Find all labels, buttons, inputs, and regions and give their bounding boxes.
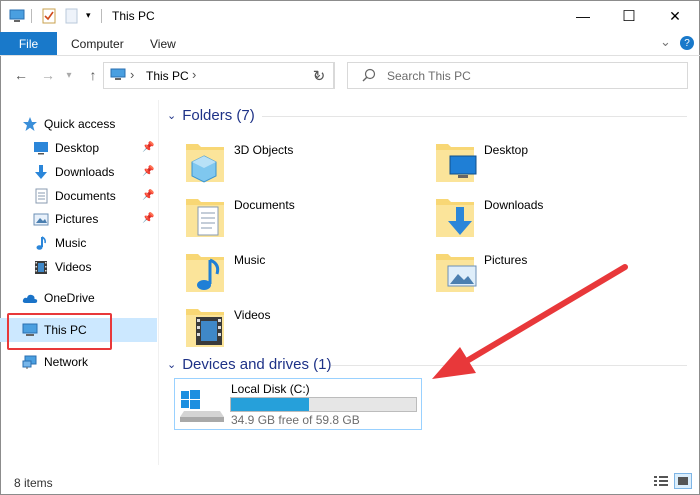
details-view-icon[interactable]: [654, 475, 668, 490]
breadcrumb-this-pc[interactable]: This PC: [146, 69, 189, 83]
nav-label: Pictures: [55, 212, 99, 226]
breadcrumb-chevron[interactable]: ›: [130, 67, 134, 82]
folder-tile-documents[interactable]: Documents: [184, 193, 295, 239]
desktop-folder-icon: [434, 138, 478, 184]
folder-tile-desktop[interactable]: Desktop: [434, 138, 528, 184]
nav-quick-access[interactable]: Quick access: [22, 113, 115, 135]
nav-item-videos[interactable]: Videos: [33, 256, 91, 278]
star-icon: [22, 116, 38, 132]
folders-group-header[interactable]: ⌄ Folders (7): [167, 107, 255, 124]
folders-heading: Folders (7): [182, 107, 255, 124]
videos-folder-icon: [184, 303, 228, 349]
windows-drive-icon: [180, 387, 224, 426]
drive-tile-local-disk[interactable]: Local Disk (C:) 34.9 GB free of 59.8 GB: [174, 378, 422, 430]
search-icon: [362, 68, 376, 85]
chevron-down-icon: ⌄: [167, 359, 177, 371]
nav-network[interactable]: Network: [22, 351, 88, 373]
nav-item-downloads[interactable]: Downloads: [33, 161, 114, 183]
refresh-button[interactable]: ↻: [305, 62, 334, 89]
tab-computer[interactable]: Computer: [71, 32, 124, 55]
downloads-icon: [33, 164, 49, 180]
help-icon[interactable]: ?: [680, 36, 694, 50]
group-divider: [262, 116, 687, 117]
computer-icon: [9, 9, 25, 23]
nav-label: Downloads: [55, 165, 115, 179]
computer-icon: [110, 68, 126, 84]
music-folder-icon: [184, 248, 228, 294]
breadcrumb-chevron[interactable]: ›: [192, 67, 196, 82]
up-button[interactable]: ↑: [82, 64, 104, 86]
folder-tile-videos[interactable]: Videos: [184, 303, 270, 349]
cloud-icon: [22, 290, 38, 306]
new-folder-icon[interactable]: [65, 8, 78, 24]
music-icon: [33, 235, 49, 251]
nav-label: Videos: [55, 260, 92, 274]
pin-icon[interactable]: 📌: [142, 142, 154, 153]
documents-icon: [33, 188, 49, 204]
folder-label: Music: [234, 253, 266, 267]
desktop-icon: [33, 140, 49, 156]
3d-objects-folder-icon: [184, 138, 228, 184]
drive-usage-bar: [230, 397, 417, 412]
forward-button[interactable]: →: [37, 64, 59, 86]
nav-label: Network: [44, 355, 89, 369]
pictures-icon: [33, 211, 49, 227]
large-icons-view-icon[interactable]: [674, 473, 692, 489]
search-placeholder[interactable]: Search This PC: [387, 69, 471, 83]
folder-label: Documents: [234, 198, 295, 212]
pin-icon[interactable]: 📌: [142, 190, 154, 201]
properties-icon[interactable]: [42, 8, 56, 24]
title-bar: ▾ This PC — ☐ ✕: [0, 0, 700, 32]
pin-icon[interactable]: 📌: [142, 213, 154, 224]
nav-label: Quick access: [44, 117, 116, 131]
qat-dropdown-icon[interactable]: ▾: [86, 10, 91, 21]
chevron-down-icon: ⌄: [167, 110, 177, 122]
videos-icon: [33, 259, 49, 275]
nav-item-documents[interactable]: Documents: [33, 185, 116, 207]
nav-onedrive[interactable]: OneDrive: [22, 287, 95, 309]
qat-separator: [31, 9, 32, 23]
annotation-highlight-box: [7, 313, 112, 350]
address-bar[interactable]: › This PC › ⌄: [103, 62, 335, 89]
nav-label: Documents: [55, 189, 116, 203]
nav-pane-divider: [158, 100, 159, 465]
network-icon: [22, 354, 38, 370]
annotation-arrow: [432, 264, 628, 379]
folder-tile-music[interactable]: Music: [184, 248, 265, 294]
ribbon-expand-icon[interactable]: ⌄: [660, 34, 671, 50]
nav-item-desktop[interactable]: Desktop: [33, 137, 99, 159]
folder-tile-downloads[interactable]: Downloads: [434, 193, 543, 239]
nav-label: Music: [55, 236, 87, 250]
documents-folder-icon: [184, 193, 228, 239]
back-button[interactable]: ←: [10, 64, 32, 86]
nav-label: OneDrive: [44, 291, 95, 305]
drive-usage-fill: [231, 398, 309, 411]
nav-label: Desktop: [55, 141, 100, 155]
devices-heading: Devices and drives (1): [182, 356, 332, 373]
window-title: This PC: [112, 9, 155, 23]
nav-item-music[interactable]: Music: [33, 232, 86, 254]
downloads-folder-icon: [434, 193, 478, 239]
drive-name: Local Disk (C:): [231, 382, 310, 396]
maximize-button[interactable]: ☐: [606, 0, 652, 32]
devices-group-header[interactable]: ⌄ Devices and drives (1): [167, 356, 331, 373]
pin-icon[interactable]: 📌: [142, 166, 154, 177]
recent-dropdown-icon[interactable]: ▾: [58, 64, 80, 86]
folder-label: 3D Objects: [234, 143, 294, 157]
nav-item-pictures[interactable]: Pictures: [33, 208, 98, 230]
tab-view[interactable]: View: [150, 32, 176, 55]
folder-label: Desktop: [484, 143, 529, 157]
folder-label: Downloads: [484, 198, 544, 212]
folder-label: Videos: [234, 308, 271, 322]
tab-file[interactable]: File: [0, 32, 57, 55]
search-box[interactable]: Search This PC: [347, 62, 688, 89]
folder-tile-3d-objects[interactable]: 3D Objects: [184, 138, 293, 184]
drive-free-space: 34.9 GB free of 59.8 GB: [231, 413, 360, 427]
close-button[interactable]: ✕: [652, 0, 698, 32]
qat-separator: [101, 9, 102, 23]
minimize-button[interactable]: —: [560, 0, 606, 32]
status-item-count: 8 items: [14, 476, 53, 490]
